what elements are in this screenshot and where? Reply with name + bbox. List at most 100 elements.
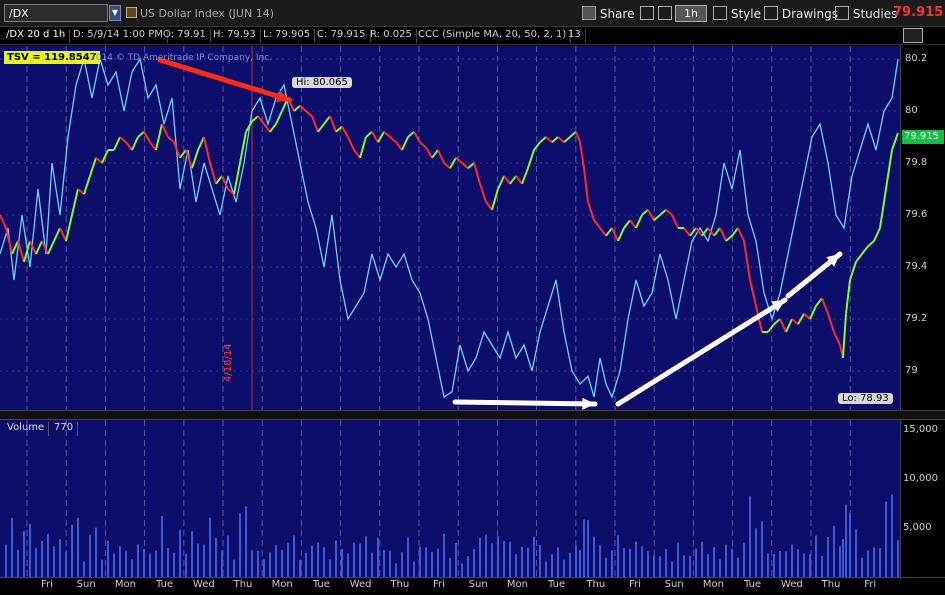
price-segment [95,157,103,164]
price-segment [161,123,169,138]
price-segment [867,240,875,247]
price-segment [407,131,415,138]
price-segment [485,201,493,211]
price-segment [461,162,469,169]
volume-label: Volume [3,422,50,436]
price-segment [347,136,355,151]
date-marker-label: 4/18/14 [223,343,234,382]
time-tick-label: Thu [586,579,606,590]
time-tick-label: Wed [192,579,215,590]
time-tick-label: Sun [468,579,488,590]
price-segment [879,188,887,229]
price-segment [665,209,673,216]
price-segment [683,227,691,237]
last-price-tag: 79.915 [902,130,944,144]
price-segment [821,297,829,315]
price-segment [641,209,649,216]
price-segment [203,136,211,164]
time-tick-label: Tue [312,579,330,590]
price-segment [521,167,529,185]
price-segment [425,146,433,159]
price-segment [149,141,157,151]
price-segment [179,149,187,159]
price-segment [885,149,893,190]
price-segment [209,162,217,185]
price-segment [575,131,581,143]
price-segment [191,149,199,169]
price-segment [383,131,391,138]
price-segment [443,162,451,169]
price-segment [83,175,91,195]
chart-canvas[interactable] [0,0,945,595]
volume-tick-label: 15,000 [903,423,938,435]
price-segment [317,123,325,133]
white-arrow-flat-head [582,397,595,410]
price-tick-label: 80 [905,105,918,116]
price-segment [353,149,361,159]
price-segment [395,141,403,151]
price-segment [0,214,7,229]
price-segment [401,136,409,151]
price-segment [197,136,205,151]
time-tick-label: Wed [780,579,803,590]
price-segment [89,157,97,177]
price-tick-label: 79 [905,365,918,376]
price-segment [119,136,127,143]
volume-tick-label: 10,000 [903,472,938,484]
price-segment [263,123,271,133]
price-segment [65,214,73,242]
price-segment [827,313,835,333]
price-segment [167,136,175,143]
price-segment [35,240,43,255]
price-segment [251,115,259,123]
price-segment [419,141,427,149]
price-segment [515,175,523,185]
price-segment [743,240,751,281]
price-segment [545,136,553,143]
price-segment [473,162,481,185]
price-segment [71,188,79,216]
price-tick-label: 79.2 [905,313,928,324]
price-segment [583,168,589,203]
copyright-text: 2014 © TD Ameritrade IP Company, Inc. [90,53,273,63]
price-segment [779,318,787,333]
price-segment [629,219,637,229]
price-segment [635,214,643,229]
price-segment [125,141,133,151]
price-segment [737,227,745,242]
time-tick-label: Thu [233,579,253,590]
price-segment [275,110,283,125]
high-callout: Hi: 80.065 [292,77,352,88]
price-segment [557,136,565,143]
time-tick-label: Fri [629,579,641,590]
price-segment [725,235,733,242]
price-segment [359,136,367,159]
time-tick-label: Sun [76,579,96,590]
price-segment [861,245,869,255]
time-tick-label: Mon [114,579,136,590]
price-segment [579,142,585,169]
price-segment [551,136,559,143]
price-segment [713,227,721,237]
price-segment [155,123,163,151]
time-tick-label: Fri [433,579,445,590]
time-tick-label: Thu [821,579,841,590]
time-tick-label: Tue [744,579,762,590]
time-tick-label: Fri [41,579,53,590]
indicator-line [0,57,899,399]
tsv-readout: TSV = 119.8547 [4,51,100,64]
time-tick-label: Mon [702,579,724,590]
price-segment [653,214,661,221]
price-segment [389,136,397,143]
price-segment [617,227,625,242]
price-segment [587,201,595,221]
price-segment [605,227,613,237]
time-tick-label: Mon [506,579,528,590]
price-segment [842,313,847,359]
price-segment [329,115,337,133]
volume-tick-label: 5,000 [903,521,932,533]
volume-value: 770 [50,422,79,436]
price-segment [593,219,601,229]
price-segment [509,175,517,185]
time-tick-label: Mon [271,579,293,590]
